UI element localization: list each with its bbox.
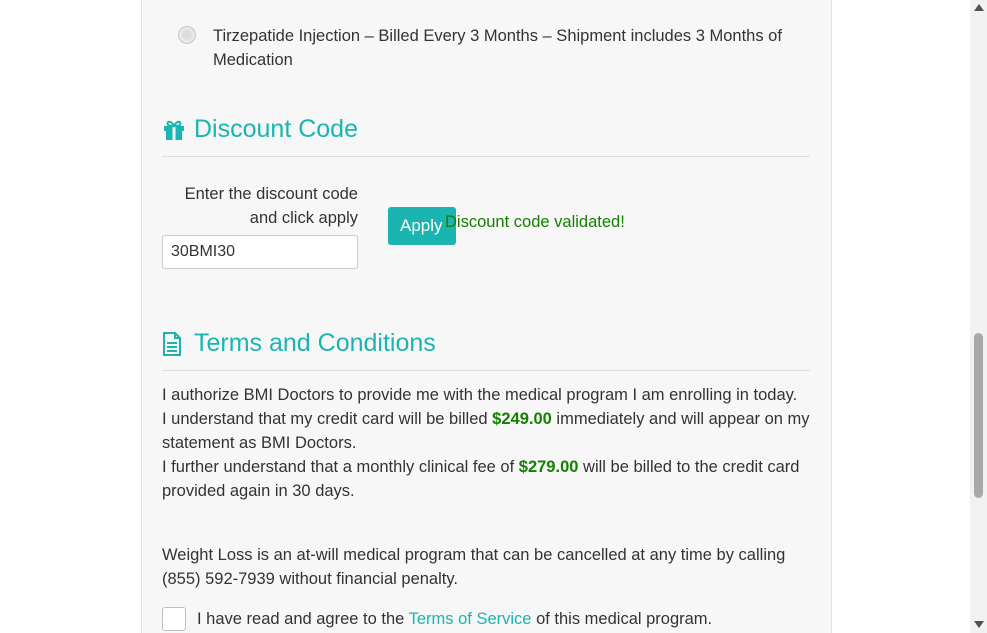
terms-authorize-text: I authorize BMI Doctors to provide me wi… bbox=[162, 386, 798, 404]
checkout-panel bbox=[141, 0, 832, 633]
page-scrollbar[interactable] bbox=[970, 0, 987, 633]
scroll-up-arrow-icon[interactable] bbox=[974, 4, 984, 11]
document-icon bbox=[162, 331, 186, 356]
terms-paragraph-2: Weight Loss is an at-will medical progra… bbox=[162, 546, 786, 588]
gift-icon bbox=[162, 118, 186, 142]
terms-of-service-link[interactable]: Terms of Service bbox=[409, 610, 532, 628]
discount-code-input[interactable] bbox=[162, 235, 358, 269]
monthly-fee-amount: $279.00 bbox=[518, 458, 579, 476]
terms-title: Terms and Conditions bbox=[194, 329, 436, 357]
scroll-down-arrow-icon[interactable] bbox=[974, 621, 984, 628]
agree-text-end: of this medical program. bbox=[531, 610, 713, 628]
discount-divider bbox=[162, 156, 810, 157]
terms-heading: Terms and Conditions bbox=[162, 329, 436, 358]
discount-prompt: Enter the discount code and click apply bbox=[184, 185, 358, 227]
terms-divider bbox=[162, 370, 810, 371]
terms-billed-text: I understand that my credit card will be… bbox=[162, 410, 493, 428]
agree-label: I have read and agree to the Terms of Se… bbox=[197, 607, 712, 631]
plan-option-label: Tirzepatide Injection – Billed Every 3 M… bbox=[213, 27, 782, 69]
plan-radio[interactable] bbox=[178, 26, 196, 44]
terms-fee-text: I further understand that a monthly clin… bbox=[162, 458, 519, 476]
terms-paragraph-1: I authorize BMI Doctors to provide me wi… bbox=[162, 383, 812, 503]
initial-amount: $249.00 bbox=[492, 410, 552, 428]
agree-text: I have read and agree to the bbox=[197, 610, 409, 628]
discount-heading: Discount Code bbox=[162, 115, 358, 144]
agree-checkbox[interactable] bbox=[162, 607, 186, 631]
discount-title: Discount Code bbox=[194, 115, 358, 143]
scrollbar-thumb[interactable] bbox=[974, 333, 983, 498]
discount-validated-message: Discount code validated! bbox=[445, 213, 625, 231]
